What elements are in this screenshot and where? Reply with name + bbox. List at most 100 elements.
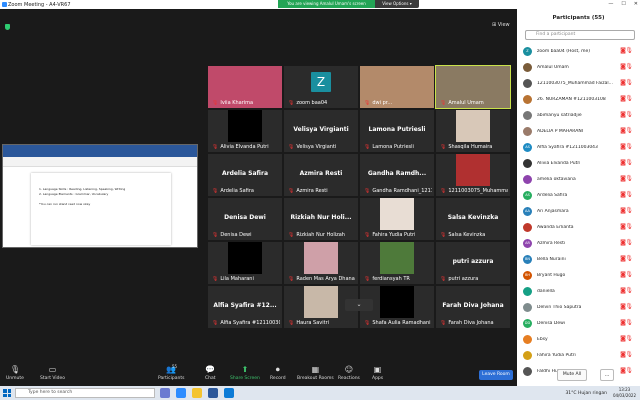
- participant-tile[interactable]: Z 🎙 zoom baa04: [284, 66, 358, 108]
- participant-name-label: 🎙 Amalul Umam: [440, 100, 484, 106]
- participants-panel-title: Participants (55): [552, 15, 605, 21]
- system-tray: 31°C Hujan ringan 13:23 04/03/2022: [565, 387, 636, 399]
- participant-name: Ardelia Safira: [537, 192, 568, 198]
- participant-tile[interactable]: 🎙 Amalul Umam: [435, 65, 511, 109]
- participant-list-item[interactable]: amelia oktaviana ◙ 🎙: [523, 173, 635, 185]
- participant-tile[interactable]: Lamona Putriesli 🎙 Lamona Putriesli: [360, 110, 434, 152]
- avatar: [523, 286, 532, 296]
- participant-name-label: 🎙 Denisa Dewi: [212, 232, 252, 238]
- participant-name-label: 🎙 Iviia Kharima: [212, 100, 254, 106]
- participant-tile[interactable]: Denisa Dewi 🎙 Denisa Dewi: [208, 198, 282, 240]
- mic-muted-icon: 🎙: [212, 188, 219, 194]
- participant-tile[interactable]: Gandha Ramdh... 🎙Gandha Ramdhani_12110...: [360, 154, 434, 196]
- participant-list-item[interactable]: Alivia Elvanda Putri ◙ 🎙: [523, 157, 635, 169]
- participant-name-label: 🎙Alfia Syafira #1211003043: [212, 320, 280, 326]
- participant-list-item[interactable]: Zzoom baa04 (Host, me) ◙ 🎙: [523, 45, 635, 57]
- participant-tile[interactable]: Alfia Syafira #12... 🎙 Alfia Syafira #1211…: [208, 286, 282, 328]
- participant-list-item[interactable]: abimanyu satriadjie ◙ 🎙: [523, 109, 635, 121]
- word-taskbar-icon[interactable]: [208, 388, 218, 398]
- windows-start-icon[interactable]: [3, 389, 11, 397]
- participant-list-item[interactable]: BN Bella Nuraini ◙ 🎙: [523, 253, 635, 265]
- participant-search-input[interactable]: Find a participant: [525, 30, 635, 40]
- more-options-button[interactable]: ...: [600, 369, 614, 381]
- mute-all-button[interactable]: Mute All: [557, 369, 587, 381]
- participant-list-item[interactable]: AS Alfia Syafira #1211003043 ◙ 🎙: [523, 141, 635, 153]
- gallery-scroll-down-button[interactable]: ⌄: [345, 299, 373, 311]
- participant-tile[interactable]: Farah Diva Johana 🎙 Farah Diva Johana: [436, 286, 510, 328]
- participant-tile[interactable]: 🎙 Alivia Elvanda Putri: [208, 110, 282, 152]
- mic-muted-icon: 🎙: [625, 127, 633, 134]
- avatar: [523, 158, 532, 168]
- mic-muted-icon: 🎙: [625, 367, 633, 374]
- avatar: BH: [523, 270, 532, 280]
- mic-muted-icon: 🎙: [440, 144, 447, 150]
- participant-tile[interactable]: Velisya Virgianti 🎙 Velisya Virgianti: [284, 110, 358, 152]
- participant-list-item[interactable]: DD Denisa Dewi ◙ 🎙: [523, 317, 635, 329]
- participants-panel: Participants (55) Find a participant Zzo…: [517, 9, 640, 386]
- record-button[interactable]: ⏺ Record: [270, 366, 286, 382]
- mic-muted-icon: 🎙: [364, 320, 371, 326]
- participant-tile[interactable]: 🎙 Shasqila Humaira: [436, 110, 510, 152]
- participant-list-item[interactable]: Delvin Thio Saputra ◙ 🎙: [523, 301, 635, 313]
- participant-list-item[interactable]: Awanda Erlianta ◙ 🎙: [523, 221, 635, 233]
- participant-list-item[interactable]: ADELIA P MAHARANI ◙ 🎙: [523, 125, 635, 137]
- close-button[interactable]: ✕: [634, 0, 638, 9]
- share-screen-button[interactable]: ⬆ Share Screen: [230, 366, 260, 382]
- participant-list-item[interactable]: 26. NURZAMAN #1211003108 ◙ 🎙: [523, 93, 635, 105]
- participant-name-label: 🎙 Fahira Yudia Putri: [364, 232, 416, 238]
- participant-list-item[interactable]: Ebsy ◙ 🎙: [523, 333, 635, 345]
- reactions-button[interactable]: ☺ Reactions: [338, 365, 360, 382]
- maximize-button[interactable]: ☐: [621, 0, 625, 9]
- mic-muted-icon: 🎙: [288, 232, 295, 238]
- start-video-button[interactable]: ▭ Start Video: [40, 366, 65, 382]
- chat-button[interactable]: 💬 Chat: [205, 365, 216, 382]
- participant-list-item[interactable]: 1211003075_Muhammad Faizal... ◙ 🎙: [523, 77, 635, 89]
- reactions-icon: ☺: [344, 365, 354, 374]
- file-explorer-icon[interactable]: [192, 388, 202, 398]
- unmute-button[interactable]: 🎙 Unmute: [6, 366, 24, 382]
- participant-display-name: Azmira Resti: [299, 170, 343, 177]
- minimize-button[interactable]: —: [608, 0, 613, 9]
- participant-name: daniella: [537, 288, 555, 294]
- participant-list-item[interactable]: Fahira Yudia Putri ◙ 🎙: [523, 349, 635, 361]
- weather-text[interactable]: 31°C Hujan ringan: [565, 391, 607, 396]
- participant-list-item[interactable]: daniella ◙ 🎙: [523, 285, 635, 297]
- participant-tile[interactable]: Azmira Resti 🎙 Azmira Resti: [284, 154, 358, 196]
- participant-tile[interactable]: 🎙 ferdiansyah TR: [360, 242, 434, 284]
- participant-list-item[interactable]: Amalul Umam ◙ 🎙: [523, 61, 635, 73]
- participant-display-name: Rizkiah Nur Holi...: [290, 214, 352, 221]
- participant-tile[interactable]: 🎙 Fahira Yudia Putri: [360, 198, 434, 240]
- view-layout-button[interactable]: ⊞ View: [492, 22, 510, 28]
- chat-icon: 💬: [205, 365, 216, 374]
- participant-tile[interactable]: 🎙 Iviia Kharima: [208, 66, 282, 108]
- clock[interactable]: 13:23 04/03/2022: [613, 387, 636, 399]
- apps-button[interactable]: ▣ Apps: [372, 366, 383, 382]
- taskbar-search-input[interactable]: Type here to search: [15, 388, 155, 398]
- participant-list-item[interactable]: AA Ari Anjasmara ◙ 🎙: [523, 205, 635, 217]
- mic-muted-icon: 🎙: [625, 287, 633, 294]
- participant-tile[interactable]: Rizkiah Nur Holi... 🎙 Rizkiah Nur Holizah: [284, 198, 358, 240]
- security-shield-icon[interactable]: [5, 24, 10, 30]
- participant-tile[interactable]: 🎙1211003075_Muhammad F...: [436, 154, 510, 196]
- participant-tile[interactable]: putri azzura 🎙 putri azzura: [436, 242, 510, 284]
- mic-muted-icon: 🎙: [364, 188, 371, 194]
- participant-list-item[interactable]: AR Azmira Resti ◙ 🎙: [523, 237, 635, 249]
- participant-list-item[interactable]: BH Bryant Hugo ◙ 🎙: [523, 269, 635, 281]
- breakout-rooms-button[interactable]: ▦ Breakout Rooms: [297, 366, 334, 382]
- mic-muted-icon: 🎙: [625, 207, 633, 214]
- participant-tile[interactable]: 🎙Raden Mas Arya Dhana Pr...: [284, 242, 358, 284]
- participant-display-name: Lamona Putriesli: [368, 126, 426, 133]
- participant-list-item[interactable]: AS Ardelia Safira ◙ 🎙: [523, 189, 635, 201]
- participant-name-label: 🎙 Lamona Putriesli: [364, 144, 414, 150]
- participant-tile[interactable]: 🎙 Lila Maharani: [208, 242, 282, 284]
- shared-screen[interactable]: 1. Language Skills : Reading, Listening,…: [2, 144, 198, 248]
- mic-muted-icon: 🎙: [625, 63, 633, 70]
- task-view-icon[interactable]: [160, 388, 170, 398]
- participant-tile[interactable]: 🎙 dwi pr...: [360, 66, 434, 108]
- participant-tile[interactable]: Ardelia Safira 🎙 Ardelia Safira: [208, 154, 282, 196]
- participant-tile[interactable]: Salsa Kevinzka 🎙 Salsa Kevinzka: [436, 198, 510, 240]
- zoom-taskbar-icon[interactable]: [176, 388, 186, 398]
- edge-taskbar-icon[interactable]: [224, 388, 234, 398]
- view-options-button[interactable]: View Options ▾: [375, 0, 419, 8]
- leave-room-button[interactable]: Leave Room: [479, 370, 513, 380]
